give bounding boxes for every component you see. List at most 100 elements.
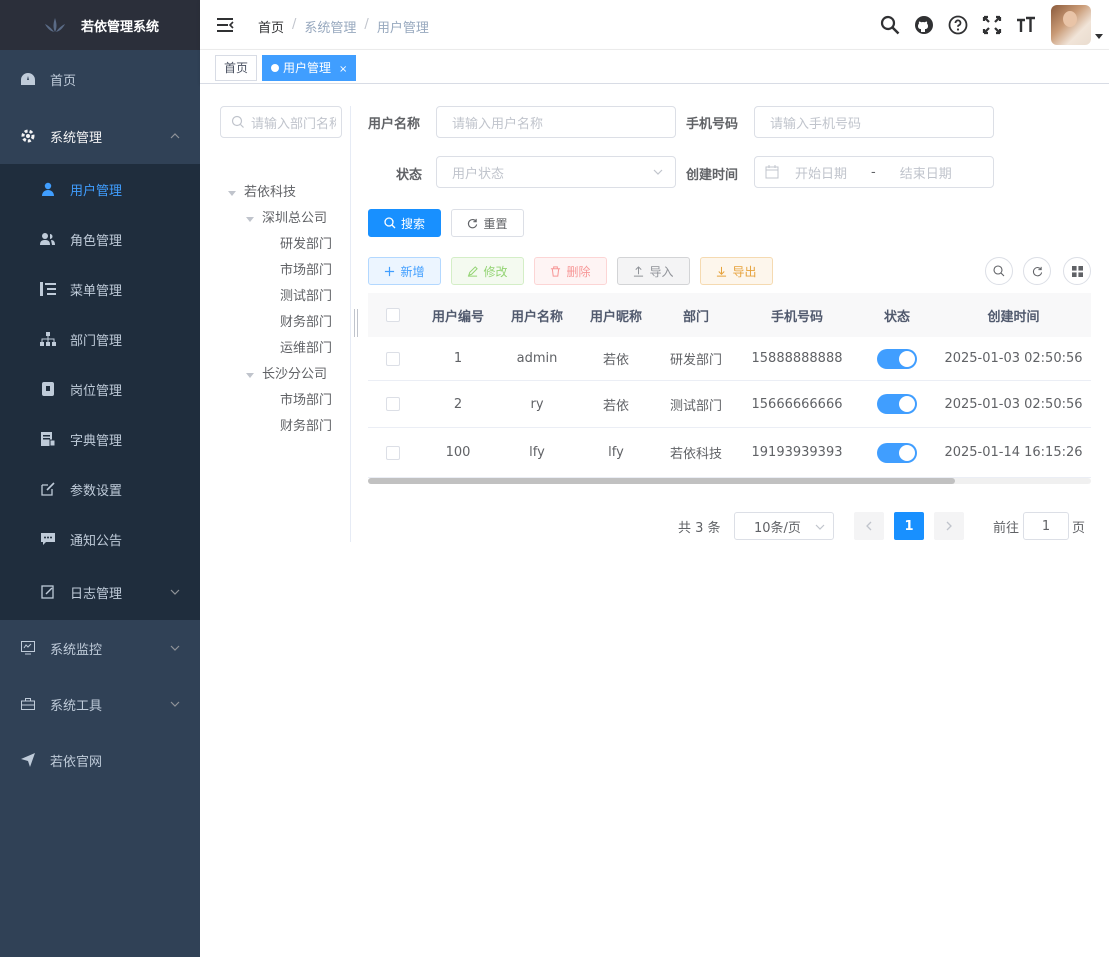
tag-home[interactable]: 首页 (215, 55, 258, 81)
search-icon (231, 115, 244, 128)
username-placeholder: 请输入用户名称 (452, 116, 544, 132)
close-icon[interactable]: × (339, 64, 347, 75)
delete-button[interactable]: 删除 (534, 257, 607, 285)
columns-button[interactable] (1063, 257, 1091, 285)
tags-view: 首页 用户管理 × (200, 50, 1109, 84)
tree-node-cs-market[interactable]: 市场部门 (280, 388, 332, 414)
status-switch[interactable] (877, 442, 917, 463)
tree-node-shenzhen[interactable]: 深圳总公司 (246, 206, 327, 232)
sidebar-item-tool[interactable]: 系统工具 (0, 676, 200, 732)
tag-user-management[interactable]: 用户管理 × (262, 55, 357, 81)
goto-page-input[interactable]: 1 (1023, 512, 1069, 540)
tree-node-sz-market[interactable]: 市场部门 (280, 258, 332, 284)
sidebar-item-menu[interactable]: 菜单管理 (0, 264, 200, 314)
phone-input[interactable]: 请输入手机号码 (754, 106, 994, 138)
tree-node-sz-dev[interactable]: 研发部门 (280, 232, 332, 258)
sidebar-item-user[interactable]: 用户管理 (0, 164, 200, 214)
guide-icon (20, 752, 36, 768)
edit-button-label: 修改 (483, 264, 508, 279)
table-row[interactable]: 100 lfy lfy 若依科技 19193939393 2025-01-14 … (368, 428, 1091, 478)
breadcrumb-item-home[interactable]: 首页 (258, 17, 284, 36)
reset-button[interactable]: 重置 (451, 209, 524, 237)
page-number-current[interactable]: 1 (894, 512, 924, 540)
pane-splitter[interactable] (354, 309, 358, 337)
end-date-placeholder[interactable]: 结束日期 (900, 163, 952, 182)
row-checkbox[interactable] (386, 445, 400, 460)
username-input[interactable]: 请输入用户名称 (436, 106, 676, 138)
goto-label: 前往 (993, 521, 1020, 536)
fullscreen-icon[interactable] (975, 0, 1009, 50)
sidebar-item-role[interactable]: 角色管理 (0, 214, 200, 264)
delete-button-label: 删除 (566, 264, 591, 279)
sidebar-item-monitor[interactable]: 系统监控 (0, 620, 200, 676)
date-range-picker[interactable]: 开始日期 - 结束日期 (754, 156, 994, 188)
sidebar-item-label: 系统管理 (50, 130, 103, 146)
next-page-button[interactable] (934, 512, 964, 540)
horizontal-scrollbar[interactable] (368, 478, 1091, 484)
tag-label: 首页 (224, 61, 249, 75)
table-row[interactable]: 1 admin 若依 研发部门 15888888888 2025-01-03 0… (368, 337, 1091, 381)
question-icon[interactable] (941, 0, 975, 50)
app-root: 若依管理系统 首页 系统管理 用户管理 角色管理 菜单管理 部门管理 岗位管理 … (0, 0, 1109, 957)
tree-node-label: 财务部门 (280, 315, 333, 330)
logo[interactable]: 若依管理系统 (0, 0, 200, 50)
toggle-search-button[interactable] (985, 257, 1013, 285)
caret-down-icon[interactable] (1095, 0, 1109, 50)
navbar-right (873, 0, 1109, 50)
select-all-checkbox[interactable] (386, 308, 400, 322)
export-button[interactable]: 导出 (700, 257, 773, 285)
page-size-select[interactable]: 10条/页 (734, 512, 834, 540)
hamburger-icon[interactable] (216, 16, 234, 34)
add-button[interactable]: 新增 (368, 257, 441, 285)
row-checkbox[interactable] (386, 351, 400, 366)
tree-node-changsha[interactable]: 长沙分公司 (246, 362, 327, 388)
import-button[interactable]: 导入 (617, 257, 690, 285)
start-date-placeholder[interactable]: 开始日期 (795, 163, 847, 182)
status-select[interactable]: 用户状态 (436, 156, 676, 188)
row-checkbox-cell (368, 397, 418, 411)
sidebar-item-label: 首页 (50, 73, 77, 89)
sidebar-item-label: 岗位管理 (70, 383, 123, 399)
tree-node-sz-finance[interactable]: 财务部门 (280, 310, 332, 336)
github-icon[interactable] (907, 0, 941, 50)
avatar[interactable] (1051, 5, 1091, 45)
tree-node-sz-test[interactable]: 测试部门 (280, 284, 332, 310)
font-size-icon[interactable] (1009, 0, 1043, 50)
dept-search-input[interactable]: 请输入部门名称 (220, 106, 342, 138)
breadcrumb-separator: / (292, 17, 297, 32)
search-button[interactable]: 搜索 (368, 209, 441, 237)
export-button-label: 导出 (732, 264, 757, 279)
create-time-label: 创建时间 (686, 168, 739, 183)
chevron-left-icon (866, 521, 872, 531)
sidebar-item-home[interactable]: 首页 (0, 50, 200, 108)
status-switch[interactable] (877, 394, 917, 414)
tree-node-cs-finance[interactable]: 财务部门 (280, 414, 332, 440)
phone-label: 手机号码 (686, 117, 739, 132)
status-switch[interactable] (877, 348, 917, 369)
sidebar-item-label: 通知公告 (70, 533, 123, 549)
edit-button[interactable]: 修改 (451, 257, 524, 285)
sidebar-item-log[interactable]: 日志管理 (0, 564, 200, 620)
breadcrumb-separator: / (364, 17, 369, 32)
table-row[interactable]: 2 ry 若依 测试部门 15666666666 2025-01-03 02:5… (368, 381, 1091, 428)
sidebar-item-dept[interactable]: 部门管理 (0, 314, 200, 364)
sidebar: 若依管理系统 首页 系统管理 用户管理 角色管理 菜单管理 部门管理 岗位管理 … (0, 0, 200, 957)
refresh-button[interactable] (1023, 257, 1051, 285)
sidebar-item-system[interactable]: 系统管理 (0, 108, 200, 164)
tree-node-root[interactable]: 若依科技 (228, 180, 296, 206)
row-checkbox[interactable] (386, 397, 400, 411)
sidebar-item-config[interactable]: 参数设置 (0, 464, 200, 514)
sidebar-item-dict[interactable]: 字典管理 (0, 414, 200, 464)
sidebar-item-site[interactable]: 若依官网 (0, 732, 200, 788)
scrollbar-thumb[interactable] (368, 478, 955, 484)
chevron-down-icon (815, 524, 825, 530)
sidebar-item-notice[interactable]: 通知公告 (0, 514, 200, 564)
tree-node-sz-ops[interactable]: 运维部门 (280, 336, 332, 362)
sidebar-item-post[interactable]: 岗位管理 (0, 364, 200, 414)
search-icon (384, 217, 396, 229)
header-checkbox-cell (368, 308, 418, 322)
system-submenu: 用户管理 角色管理 菜单管理 部门管理 岗位管理 字典管理 参数设置 通知公告 … (0, 164, 200, 620)
tree-table-icon (40, 281, 56, 297)
prev-page-button[interactable] (854, 512, 884, 540)
search-icon[interactable] (873, 0, 907, 50)
